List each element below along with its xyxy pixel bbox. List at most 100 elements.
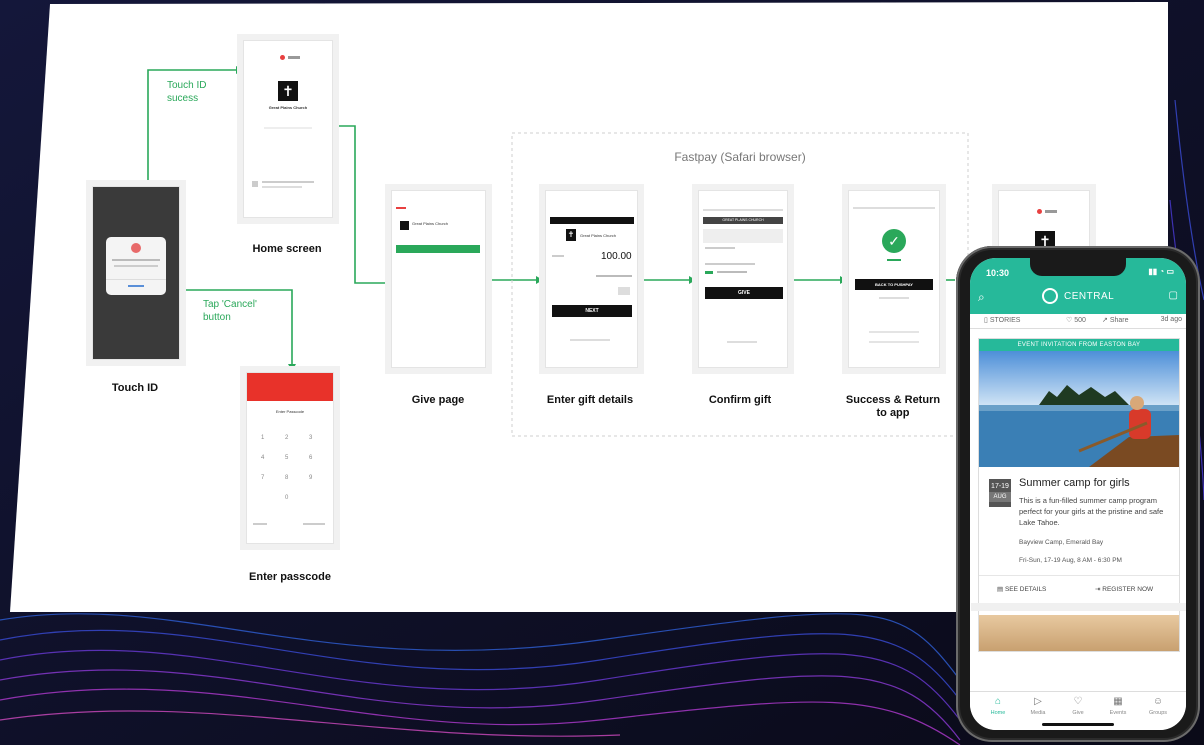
tab-give[interactable]: ♡ Give (1058, 696, 1098, 716)
post-toolbar: ▯ STORIES ♡ 500 ↗ Share 3d ago (970, 314, 1186, 329)
phone-screen: 10:30 ▮▮ ◔ ▭ ⌕ CENTRAL ▢ ▯ STORIES ♡ 500… (970, 258, 1186, 730)
gift-details-label: Enter gift details (546, 394, 634, 406)
flow-diagram: Touch ID sucess Tap 'Cancel' button Fast… (0, 0, 1204, 745)
see-details-button[interactable]: ▤ SEE DETAILS (997, 585, 1046, 593)
register-now-button[interactable]: ⇥ REGISTER NOW (1095, 585, 1153, 593)
likes-count: 500 (1074, 317, 1086, 324)
share-icon: ↗ (1102, 317, 1108, 324)
tab-media-label: Media (1030, 710, 1046, 716)
post-age: 3d ago (1160, 316, 1182, 323)
enter-passcode-label: Enter passcode (249, 571, 331, 583)
tab-groups-label: Groups (1148, 710, 1168, 716)
confirm-give-button[interactable]: GIVE (705, 287, 783, 299)
thumbs-up-icon: ♡ (1066, 317, 1073, 324)
confirm-gift-mockup: GREAT PLAINS CHURCH GIVE (698, 190, 788, 368)
keypad-key[interactable]: 2 (285, 435, 288, 441)
next-card-preview (979, 615, 1179, 651)
passcode-header (247, 373, 333, 401)
event-title[interactable]: Summer camp for girls (1019, 477, 1175, 489)
tab-events[interactable]: ▦ Events (1098, 696, 1138, 716)
keypad-key[interactable]: 5 (285, 455, 288, 461)
see-details-label: SEE DETAILS (1004, 586, 1047, 593)
date-month: AUG (989, 492, 1011, 502)
checkmark-icon: ✓ (882, 229, 906, 253)
phone-notch (1030, 258, 1126, 276)
success-label: Success & Return to app (845, 394, 941, 419)
tap-cancel-label: Tap 'Cancel' button (203, 299, 257, 323)
people-icon: ☺ (1152, 696, 1164, 707)
tab-home[interactable]: ⌂ Home (978, 696, 1018, 716)
date-badge: 17-19 AUG (989, 479, 1011, 507)
event-time: Fri-Sun, 17-19 Aug, 8 AM - 6:30 PM (1019, 557, 1122, 564)
keypad-key[interactable]: 0 (285, 495, 288, 501)
share-label: Share (1109, 317, 1129, 324)
event-description: This is a fun-filled summer camp program… (1019, 496, 1164, 527)
tab-give-label: Give (1072, 710, 1084, 716)
tab-groups[interactable]: ☺ Groups (1138, 696, 1178, 716)
event-card: EVENT INVITATION FROM EASTON BAY 17-19 A… (971, 338, 1186, 652)
register-icon: ⇥ (1095, 586, 1101, 593)
fingerprint-icon (131, 243, 141, 253)
edge-home-to-give (330, 125, 386, 284)
keypad-key[interactable]: 1 (261, 435, 264, 441)
search-icon[interactable]: ⌕ (978, 290, 985, 305)
calendar-icon: ▦ (1113, 696, 1123, 707)
event-banner: EVENT INVITATION FROM EASTON BAY (979, 339, 1179, 351)
book-icon: ▯ (984, 317, 988, 324)
touch-id-dialog (106, 237, 166, 295)
give-page-label: Give page (411, 394, 465, 406)
stories-link[interactable]: ▯ STORIES (984, 316, 1020, 324)
give-button-mock[interactable] (396, 245, 480, 253)
event-location: Bayview Camp, Emerald Bay (1019, 539, 1104, 546)
give-church-name: Great Plains Church (412, 221, 449, 226)
share-button[interactable]: ↗ Share (1102, 316, 1129, 324)
profile-icon[interactable]: ▢ (1169, 290, 1178, 301)
confirm-gift-label: Confirm gift (708, 394, 772, 406)
like-button[interactable]: ♡ 500 (1066, 316, 1086, 324)
signal-battery-icon: ▮▮ ◔ ▭ (1148, 267, 1174, 276)
home-indicator (1042, 723, 1114, 726)
date-day: 17-19 (991, 483, 1009, 490)
home-church-name: Great Plains Church (268, 105, 308, 110)
details-church-name: Great Plains Church (580, 233, 617, 238)
event-photo (979, 351, 1179, 467)
tab-bar: ⌂ Home ▷ Media ♡ Give ▦ Events ☺ Groups (970, 691, 1186, 730)
keypad-key[interactable]: 6 (309, 455, 312, 461)
register-now-label: REGISTER NOW (1102, 586, 1154, 593)
cross-icon: ✝ (278, 81, 298, 101)
home-screen-label: Home screen (252, 243, 322, 255)
touch-id-label: Touch ID (111, 382, 159, 394)
gift-amount: 100.00 (601, 251, 632, 262)
calendar-small-icon: ▤ (997, 586, 1004, 593)
keypad-key[interactable]: 8 (285, 475, 288, 481)
keypad-key[interactable]: 9 (309, 475, 312, 481)
stories-label: STORIES (989, 317, 1021, 324)
tab-home-label: Home (990, 710, 1006, 716)
app-header: ⌕ CENTRAL ▢ (970, 282, 1186, 314)
play-icon: ▷ (1034, 696, 1042, 707)
success-mockup: ✓ BACK TO PUSHPAY (848, 190, 940, 368)
keypad-key[interactable]: 3 (309, 435, 312, 441)
home-screen-mockup: ✝ Great Plains Church (243, 40, 333, 218)
status-time: 10:30 (986, 268, 1010, 278)
next-button[interactable]: NEXT (552, 305, 632, 317)
confirm-header: GREAT PLAINS CHURCH (703, 217, 783, 224)
phone-mockup: 10:30 ▮▮ ◔ ▭ ⌕ CENTRAL ▢ ▯ STORIES ♡ 500… (956, 246, 1200, 742)
tab-events-label: Events (1109, 710, 1127, 716)
cancel-button[interactable] (128, 285, 144, 287)
gift-details-mockup: ✝ Great Plains Church 100.00 NEXT (545, 190, 638, 368)
back-to-pushpay-button[interactable]: BACK TO PUSHPAY (855, 279, 933, 290)
central-logo-icon (1042, 288, 1058, 304)
passcode-title: Enter Passcode (275, 409, 305, 414)
touch-id-mockup (92, 186, 180, 360)
touch-success-label: Touch ID sucess (167, 80, 207, 104)
passcode-mockup: Enter Passcode 1 2 3 4 5 6 7 8 9 0 (246, 372, 334, 544)
fastpay-group-label: Fastpay (Safari browser) (674, 150, 806, 164)
app-title: CENTRAL (1064, 291, 1115, 302)
tab-media[interactable]: ▷ Media (1018, 696, 1058, 716)
home-icon: ⌂ (994, 696, 1002, 707)
keypad-key[interactable]: 4 (261, 455, 264, 461)
heart-icon: ♡ (1073, 696, 1083, 707)
keypad-key[interactable]: 7 (261, 475, 264, 481)
give-page-mockup: Great Plains Church (391, 190, 486, 368)
